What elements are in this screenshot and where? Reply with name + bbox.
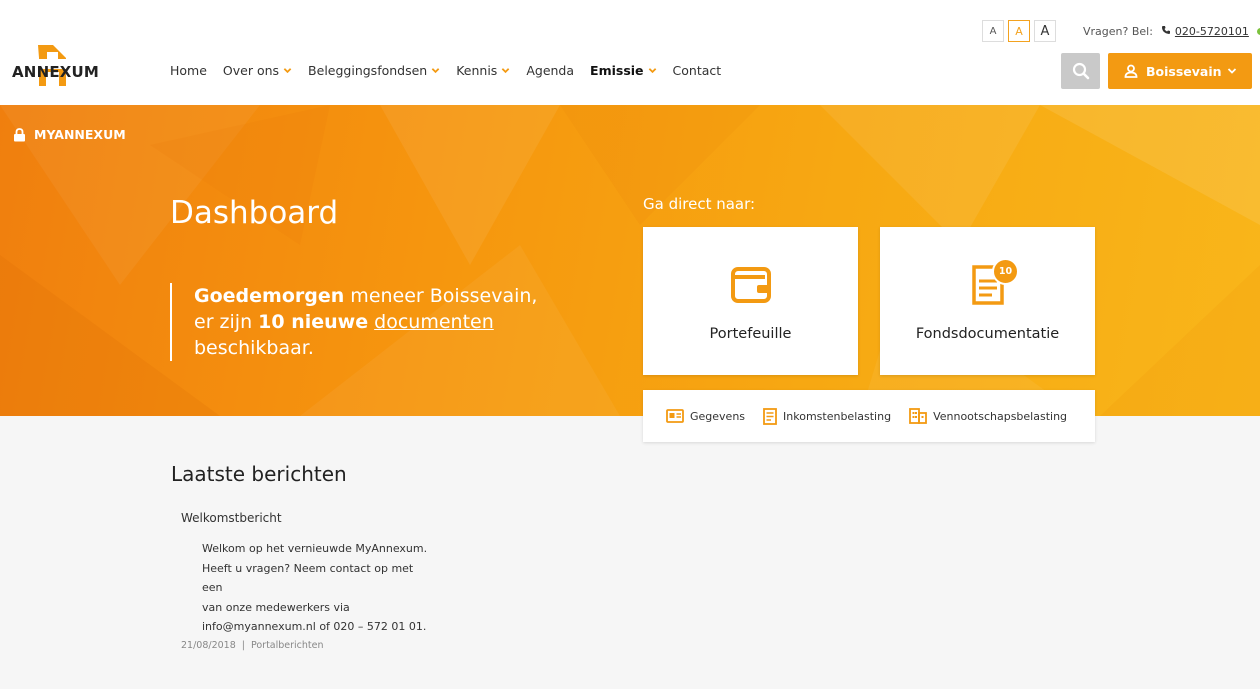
chevron-down-icon	[283, 68, 292, 74]
nav-emissie[interactable]: Emissie	[590, 63, 657, 78]
news-item-title[interactable]: Welkomstbericht	[181, 511, 282, 525]
nav-home[interactable]: Home	[170, 63, 207, 78]
news-item-body: Welkom op het vernieuwde MyAnnexum. Heef…	[202, 542, 428, 633]
vennootschapsbelasting-link[interactable]: Vennootschapsbelasting	[909, 408, 1067, 424]
phone-link[interactable]: 020-5720101	[1175, 25, 1249, 38]
nav-kennis[interactable]: Kennis	[456, 63, 510, 78]
fondsdocumentatie-card[interactable]: 10 Fondsdocumentatie	[880, 227, 1095, 375]
chevron-down-icon	[648, 68, 656, 74]
news-date: 21/08/2018	[181, 640, 236, 651]
site-header: ANNEXUM Home Over ons Beleggingsfondsen …	[0, 0, 1260, 105]
quick-access-title: Ga direct naar:	[643, 195, 756, 213]
portefeuille-card[interactable]: Portefeuille	[643, 227, 858, 375]
myannexum-label: MYANNEXUM	[13, 127, 126, 142]
font-size-medium-button[interactable]: A	[1008, 20, 1030, 42]
annexum-logo[interactable]: ANNEXUM	[12, 42, 100, 92]
font-size-controls: A A A	[982, 20, 1060, 42]
inkomstenbelasting-link[interactable]: Inkomstenbelasting	[763, 407, 891, 425]
quick-links-bar: Gegevens Inkomstenbelasting Vennootschap…	[643, 390, 1095, 442]
news-category[interactable]: Portalberichten	[251, 640, 324, 651]
building-icon	[909, 408, 927, 424]
font-size-small-button[interactable]: A	[982, 20, 1004, 42]
search-icon	[1072, 62, 1089, 80]
documents-link[interactable]: documenten	[374, 311, 494, 333]
chevron-down-icon	[1227, 68, 1237, 74]
search-button[interactable]	[1061, 53, 1100, 89]
logo-wordmark: ANNEXUM	[12, 63, 100, 81]
nav-over-ons[interactable]: Over ons	[223, 63, 292, 78]
chevron-down-icon	[431, 68, 440, 74]
lock-icon	[14, 127, 25, 141]
page-title: Dashboard	[170, 195, 339, 231]
account-menu-button[interactable]: Boissevain	[1108, 53, 1252, 89]
font-size-large-button[interactable]: A	[1034, 20, 1056, 42]
nav-contact[interactable]: Contact	[673, 63, 722, 78]
greeting-message: Goedemorgen meneer Boissevain, er zijn 1…	[170, 283, 554, 361]
contact-info: Vragen? Bel: 020-5720101	[1083, 25, 1260, 38]
tax-form-icon	[763, 407, 777, 425]
user-icon	[1124, 64, 1138, 78]
news-item-meta: 21/08/2018 | Portalberichten	[181, 640, 324, 651]
main-nav: Home Over ons Beleggingsfondsen Kennis A…	[170, 63, 737, 78]
latest-news-heading: Laatste berichten	[171, 462, 347, 486]
gegevens-link[interactable]: Gegevens	[666, 409, 745, 423]
nav-beleggingsfondsen[interactable]: Beleggingsfondsen	[308, 63, 440, 78]
id-card-icon	[666, 409, 684, 423]
dashboard-hero: MYANNEXUM Dashboard Goedemorgen meneer B…	[0, 105, 1260, 416]
wallet-icon	[730, 267, 771, 303]
new-documents-badge: 10	[992, 258, 1019, 285]
phone-icon	[1161, 25, 1171, 38]
contact-label: Vragen? Bel:	[1083, 25, 1153, 38]
nav-agenda[interactable]: Agenda	[526, 63, 574, 78]
account-name: Boissevain	[1146, 63, 1222, 79]
chevron-down-icon	[502, 68, 510, 74]
